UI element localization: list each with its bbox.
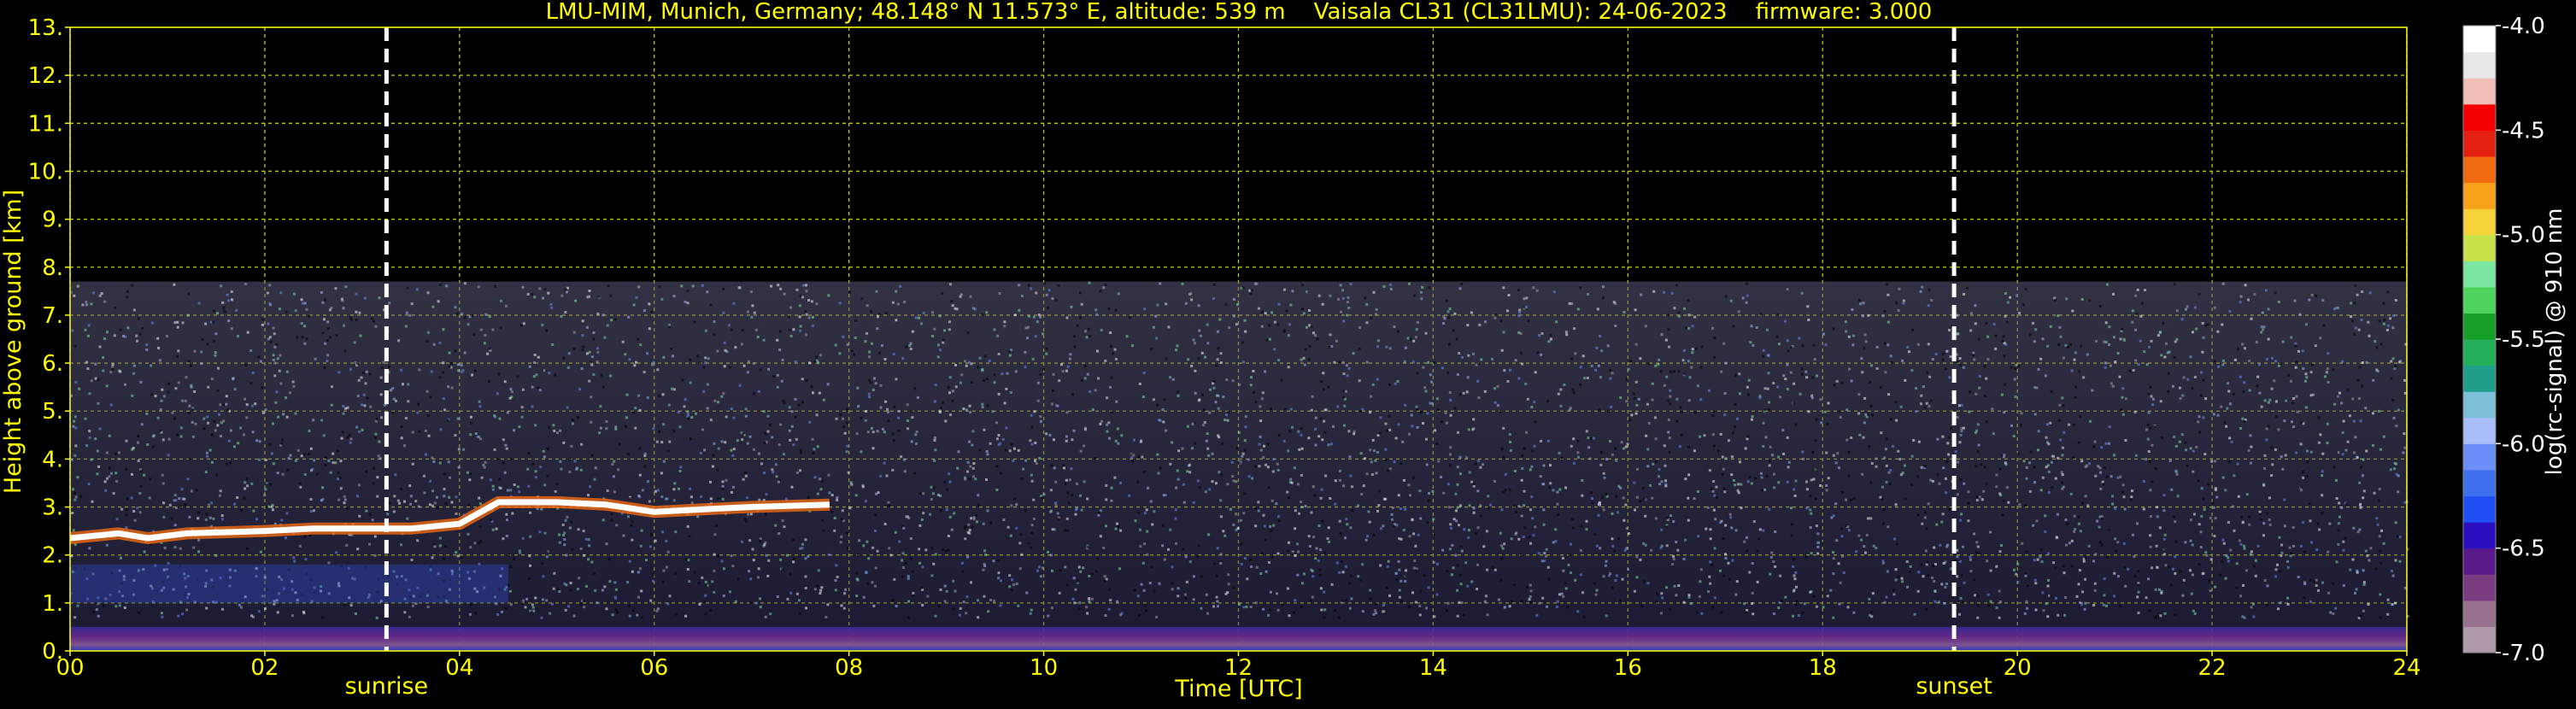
colorbar-tick-label: -6.0 [2502, 431, 2545, 457]
colorbar-swatch [2463, 130, 2496, 157]
x-tick-label: 06 [640, 655, 668, 681]
colorbar-swatch [2463, 78, 2496, 105]
colorbar-tick-label: -7.0 [2502, 641, 2545, 666]
x-tick-label: 24 [2392, 655, 2421, 681]
y-tick-label: 5. [42, 399, 63, 425]
colorbar-swatch [2463, 26, 2496, 53]
colorbar-swatch [2463, 522, 2496, 549]
y-tick-label: 7. [42, 303, 63, 329]
y-tick-label: 11. [28, 111, 63, 137]
residual-layer [70, 564, 508, 603]
colorbar-tick-label: -4.5 [2502, 118, 2545, 144]
y-tick-label: 8. [42, 255, 63, 281]
x-tick-label: 04 [445, 655, 473, 681]
data-layer [69, 281, 2409, 651]
colorbar-swatch [2463, 365, 2496, 392]
y-tick-label: 4. [42, 447, 63, 472]
colorbar-swatch [2463, 103, 2496, 131]
y-tick-label: 9. [42, 208, 63, 233]
colorbar-swatch [2463, 208, 2496, 236]
colorbar-swatch [2463, 469, 2496, 497]
colorbar-swatch [2463, 286, 2496, 314]
colorbar-swatch [2463, 155, 2496, 184]
y-tick-label: 6. [42, 351, 63, 377]
colorbar-swatch [2463, 234, 2496, 261]
colorbar-swatch [2463, 626, 2496, 653]
colorbar-swatch [2463, 495, 2496, 523]
colorbar-swatch [2463, 313, 2496, 340]
colorbar-label: log(rc-signal) @ 910 nm [2542, 208, 2567, 476]
ceilometer-chart: sunrise sunset 00 02 04 06 08 10 12 14 16 18 20 22 24… [0, 0, 2576, 706]
colorbar-swatch [2463, 443, 2496, 471]
colorbar-tick-label: -5.0 [2502, 223, 2545, 249]
colorbar-swatch [2463, 391, 2496, 419]
colorbar-swatch [2463, 417, 2496, 444]
colorbar-swatch [2463, 574, 2496, 601]
x-tick-label: 08 [835, 655, 863, 681]
y-tick-label: 10. [28, 159, 63, 185]
sunset-label: sunset [1916, 673, 1992, 700]
x-tick-label: 02 [250, 655, 279, 681]
x-tick-label: 18 [1809, 655, 1837, 681]
y-tick-label: 1. [42, 591, 63, 617]
colorbar-swatch [2463, 600, 2496, 628]
x-axis-label: Time [UTC] [1174, 676, 1302, 702]
x-tick-label: 10 [1030, 655, 1058, 681]
y-tick-label: 2. [42, 543, 63, 569]
colorbar-swatch [2463, 548, 2496, 575]
y-axis-label: Height above ground [km] [0, 190, 26, 494]
y-tick-label: 3. [42, 495, 63, 521]
colorbar-tick-label: -6.5 [2502, 536, 2545, 562]
chart-svg: sunrise sunset 00 02 04 06 08 10 12 14 16 18 20 22 24… [0, 0, 2567, 702]
sunrise-label: sunrise [345, 673, 429, 700]
colorbar-swatch [2463, 51, 2496, 79]
x-tick-label: 22 [2198, 655, 2227, 681]
colorbar-swatch [2463, 339, 2496, 366]
x-tick-label: 14 [1419, 655, 1447, 681]
colorbar: -4.0 -4.5 -5.0 -5.5 -6.0 -6.5 -7.0 [2462, 14, 2545, 666]
colorbar-tick-label: -5.5 [2502, 327, 2545, 353]
colorbar-swatch [2463, 182, 2496, 209]
colorbar-tick-label: -4.0 [2502, 14, 2545, 39]
chart-title: LMU-MIM, Munich, Germany; 48.148° N 11.5… [546, 0, 1933, 25]
colorbar-swatch [2463, 261, 2496, 288]
y-tick-label: 12. [28, 63, 63, 89]
x-tick-label: 16 [1614, 655, 1642, 681]
aerosol-layer [70, 626, 2407, 651]
y-tick-label: 0. [42, 639, 63, 665]
y-tick-label: 13. [28, 15, 63, 41]
x-tick-label: 20 [2004, 655, 2032, 681]
